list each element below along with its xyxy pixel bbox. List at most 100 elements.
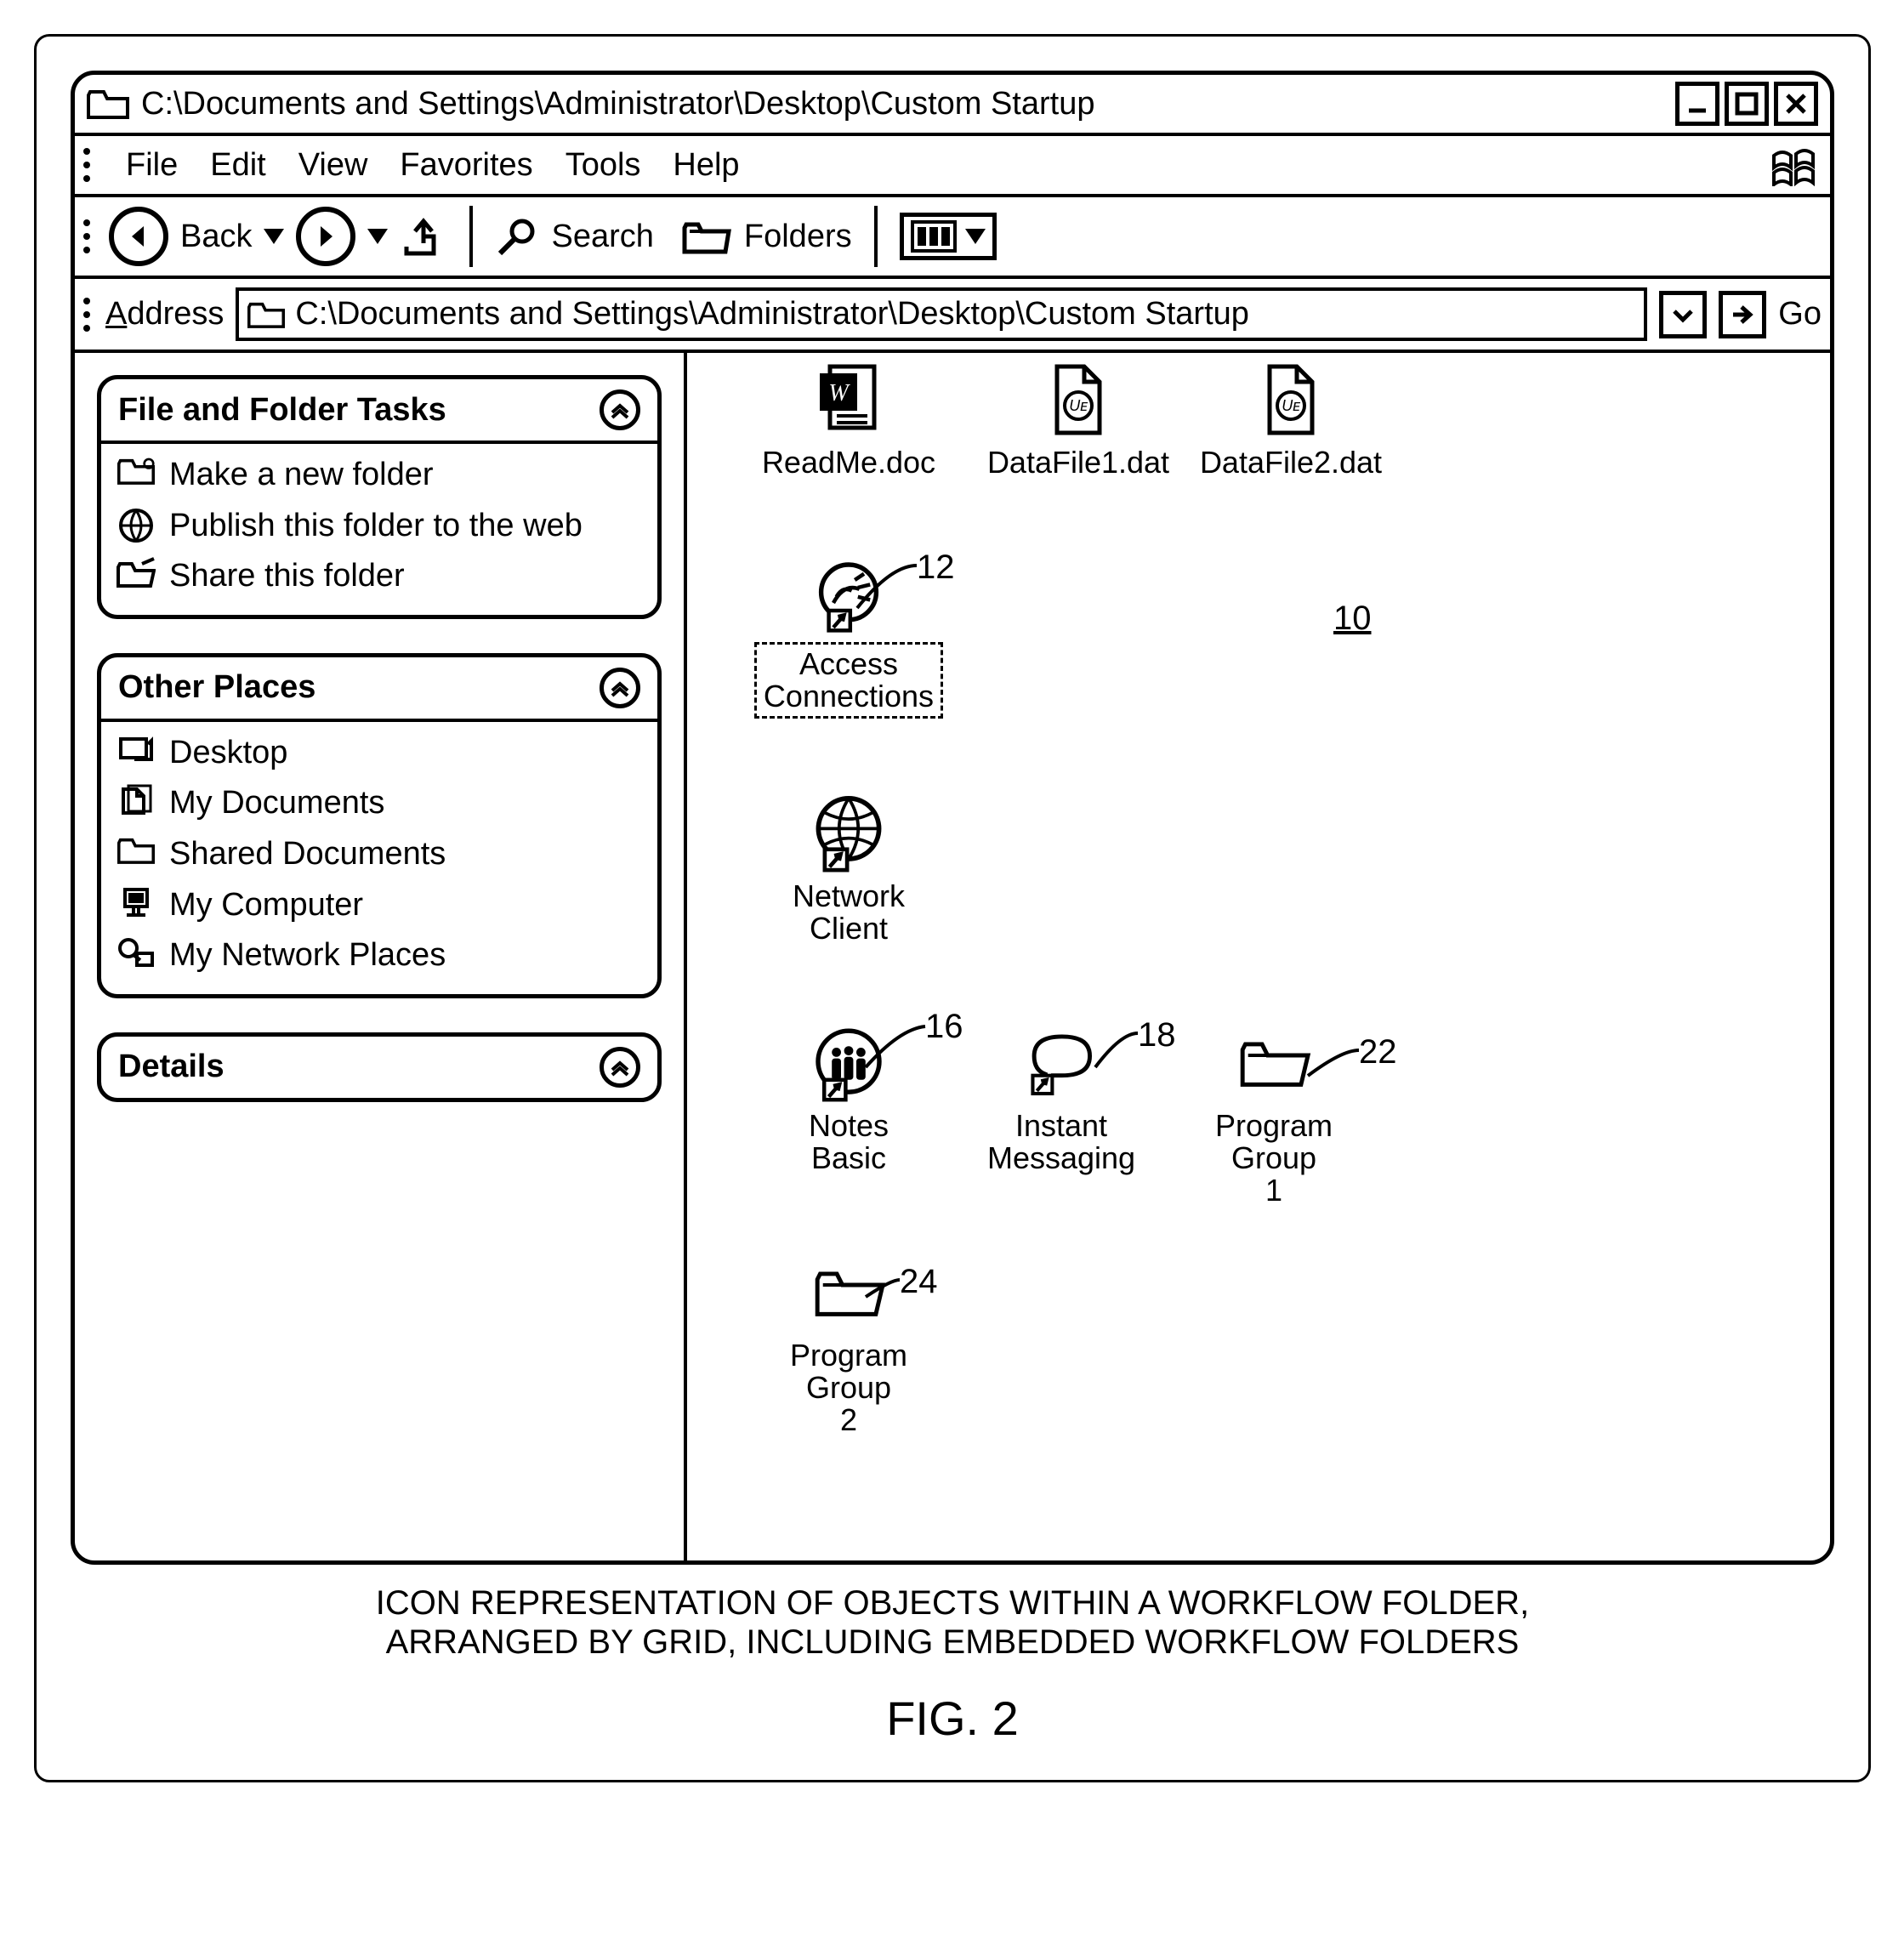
file-label: ReadMe.doc xyxy=(762,446,935,479)
file-label: ProgramGroup2 xyxy=(790,1339,907,1435)
grip-icon[interactable] xyxy=(83,141,94,189)
go-label: Go xyxy=(1778,296,1822,333)
task-label: Share this folder xyxy=(169,557,642,596)
tasks-body: Make a new folder Publish this folder to… xyxy=(101,444,657,615)
window-title: C:\Documents and Settings\Administrator\… xyxy=(141,86,1675,122)
up-button[interactable] xyxy=(400,213,447,260)
places-body: Desktop My Documents Shared Documents xyxy=(101,722,657,994)
separator xyxy=(469,206,473,267)
grip-icon[interactable] xyxy=(83,213,94,260)
tasks-title: File and Folder Tasks xyxy=(118,392,446,429)
file-item[interactable]: NotesBasic xyxy=(738,1025,959,1174)
body: File and Folder Tasks Make a new folder xyxy=(75,353,1830,1560)
folder-icon xyxy=(87,87,129,121)
task-share-folder[interactable]: Share this folder xyxy=(117,557,642,596)
minimize-button[interactable] xyxy=(1675,82,1719,126)
figure-frame: C:\Documents and Settings\Administrator\… xyxy=(34,34,1871,1782)
address-dropdown[interactable] xyxy=(1659,291,1707,338)
menu-edit[interactable]: Edit xyxy=(210,147,265,184)
shared-documents-icon xyxy=(117,835,156,866)
menubar: File Edit View Favorites Tools Help xyxy=(75,136,1830,197)
place-network-places[interactable]: My Network Places xyxy=(117,936,642,975)
figure-caption: ICON REPRESENTATION OF OBJECTS WITHIN A … xyxy=(71,1583,1834,1662)
window-controls xyxy=(1675,82,1818,126)
address-field[interactable]: C:\Documents and Settings\Administrator\… xyxy=(236,287,1647,341)
back-button[interactable] xyxy=(109,207,168,266)
tasks-header[interactable]: File and Folder Tasks xyxy=(101,379,657,444)
collapse-icon[interactable] xyxy=(600,668,640,708)
file-item[interactable]: AccessConnections xyxy=(738,557,959,719)
forward-dropdown[interactable] xyxy=(367,229,388,244)
file-label: NetworkClient xyxy=(793,880,905,945)
folder-icon xyxy=(1236,1025,1312,1101)
collapse-icon[interactable] xyxy=(600,1047,640,1088)
folders-icon[interactable] xyxy=(681,216,732,257)
file-item[interactable]: ProgramGroup2 xyxy=(738,1254,959,1435)
file-label: NotesBasic xyxy=(809,1110,889,1174)
views-button[interactable] xyxy=(900,213,997,260)
network-places-icon xyxy=(117,936,156,972)
back-label: Back xyxy=(180,219,252,255)
folders-label[interactable]: Folders xyxy=(744,219,852,255)
task-label: Publish this folder to the web xyxy=(169,507,642,546)
details-panel: Details xyxy=(97,1032,662,1102)
sidebar: File and Folder Tasks Make a new folder xyxy=(75,353,687,1560)
menu-help[interactable]: Help xyxy=(673,147,739,184)
desktop-icon xyxy=(117,734,156,768)
people-icon xyxy=(810,1025,887,1101)
file-item[interactable]: ProgramGroup1 xyxy=(1163,1025,1384,1206)
search-icon[interactable] xyxy=(495,214,539,259)
task-new-folder[interactable]: Make a new folder xyxy=(117,456,642,495)
tasks-panel: File and Folder Tasks Make a new folder xyxy=(97,375,662,619)
place-my-documents[interactable]: My Documents xyxy=(117,784,642,823)
menu-view[interactable]: View xyxy=(298,147,368,184)
forward-button[interactable] xyxy=(296,207,355,266)
menu-tools[interactable]: Tools xyxy=(566,147,641,184)
views-dropdown[interactable] xyxy=(965,229,986,244)
search-group: Search Folders xyxy=(495,214,851,259)
figure-label: FIG. 2 xyxy=(71,1691,1834,1746)
address-value: C:\Documents and Settings\Administrator\… xyxy=(295,296,1248,333)
place-desktop[interactable]: Desktop xyxy=(117,734,642,773)
menu-favorites[interactable]: Favorites xyxy=(400,147,532,184)
menu-file[interactable]: File xyxy=(126,147,178,184)
file-label: ProgramGroup1 xyxy=(1215,1110,1333,1206)
svg-text:W: W xyxy=(828,380,850,406)
places-header[interactable]: Other Places xyxy=(101,657,657,722)
file-label: AccessConnections xyxy=(754,642,943,719)
file-item[interactable]: InstantMessaging xyxy=(951,1025,1172,1174)
file-item[interactable]: UᴇDataFile1.dat xyxy=(968,361,1189,479)
views-icon xyxy=(911,220,957,253)
address-bar: Address C:\Documents and Settings\Admini… xyxy=(75,279,1830,353)
file-item[interactable]: W ReadMe.doc xyxy=(738,361,959,479)
svg-text:Uᴇ: Uᴇ xyxy=(1282,397,1300,414)
details-title: Details xyxy=(118,1049,225,1085)
file-label: InstantMessaging xyxy=(987,1110,1135,1174)
place-label: My Computer xyxy=(169,886,642,925)
grip-icon[interactable] xyxy=(83,291,94,338)
file-item[interactable]: NetworkClient xyxy=(738,795,959,945)
content-area[interactable]: 10 12 16 18 22 24 WReadMe.docUᴇDataFile1… xyxy=(687,353,1830,1560)
places-panel: Other Places Desktop My Documents xyxy=(97,653,662,998)
toolbar: Back Search Folders xyxy=(75,197,1830,279)
back-dropdown[interactable] xyxy=(264,229,284,244)
my-computer-icon xyxy=(117,886,156,922)
titlebar: C:\Documents and Settings\Administrator\… xyxy=(75,75,1830,136)
publish-web-icon xyxy=(117,507,156,544)
details-header[interactable]: Details xyxy=(101,1037,657,1098)
go-button[interactable] xyxy=(1719,291,1766,338)
search-label[interactable]: Search xyxy=(551,219,653,255)
file-item[interactable]: UᴇDataFile2.dat xyxy=(1180,361,1401,479)
place-label: Desktop xyxy=(169,734,642,773)
place-shared-documents[interactable]: Shared Documents xyxy=(117,835,642,874)
collapse-icon[interactable] xyxy=(600,389,640,430)
my-documents-icon xyxy=(117,784,156,818)
place-my-computer[interactable]: My Computer xyxy=(117,886,642,925)
task-publish-web[interactable]: Publish this folder to the web xyxy=(117,507,642,546)
nav-group: Back xyxy=(109,207,447,266)
close-button[interactable] xyxy=(1774,82,1818,126)
maximize-button[interactable] xyxy=(1725,82,1769,126)
chat-icon xyxy=(1023,1025,1100,1101)
place-label: My Network Places xyxy=(169,936,642,975)
share-folder-icon xyxy=(117,557,156,589)
